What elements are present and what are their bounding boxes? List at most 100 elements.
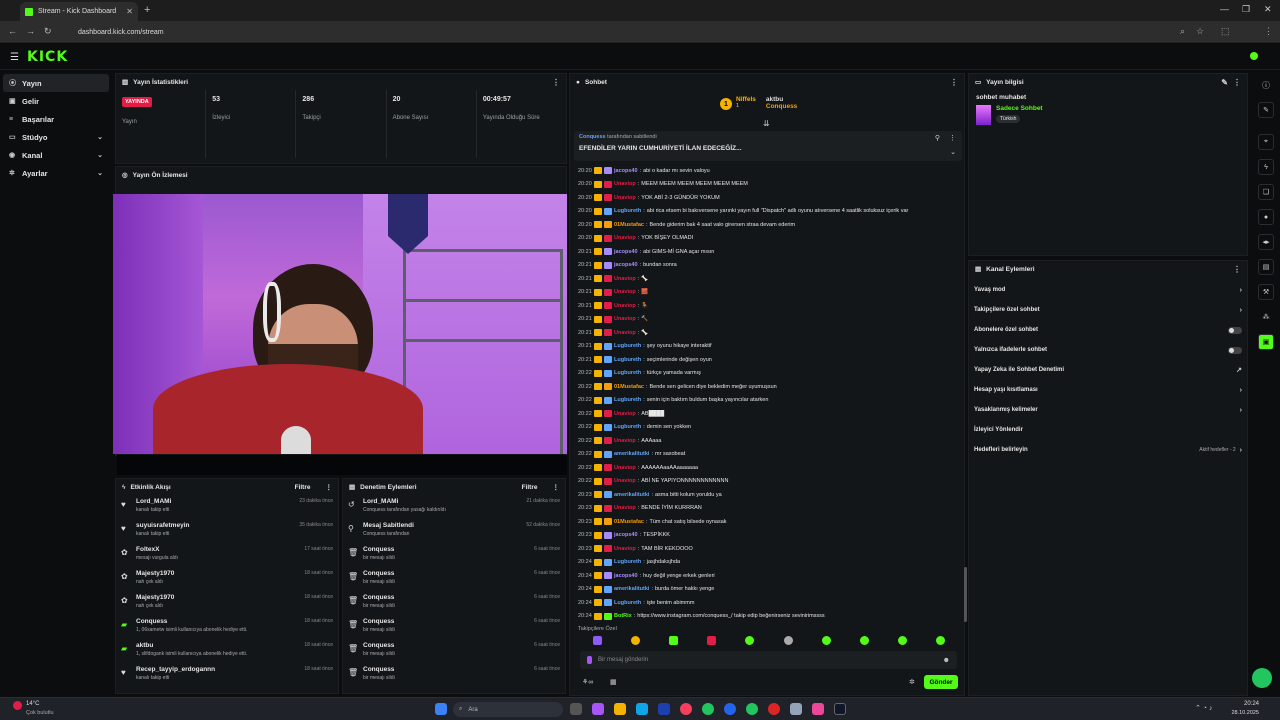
task-view-icon[interactable] — [570, 703, 582, 715]
chat-username[interactable]: Lugbureth — [614, 357, 641, 363]
more-icon[interactable]: ⋮ — [1233, 78, 1241, 87]
chat-username[interactable]: 01Mustafac — [614, 384, 644, 390]
taskbar-search[interactable]: ⌕ Ara — [453, 702, 563, 717]
chat-scrollbar[interactable] — [964, 567, 967, 622]
chat-username[interactable]: amerikalitutki — [614, 586, 649, 592]
zoom-icon[interactable]: ⌕ — [1180, 26, 1185, 37]
chat-username[interactable]: Unaviop — [614, 411, 636, 417]
emote-icon[interactable] — [859, 636, 869, 645]
chat-username[interactable]: Unaviop — [614, 181, 636, 187]
list-item[interactable]: ♥ suyuisrafetmeyin kanalı takip etti 35 dak… — [116, 519, 338, 543]
edge-icon[interactable] — [636, 703, 648, 715]
emote-icon[interactable] — [630, 636, 640, 645]
emote-icon[interactable] — [668, 636, 678, 645]
chrome-active-icon[interactable] — [724, 703, 736, 715]
card-icon[interactable]: ▤ — [1258, 259, 1274, 275]
user-avatar[interactable] — [1250, 52, 1258, 60]
sidebar-item-yayin[interactable]: ⦿ Yayın — [3, 74, 109, 92]
list-item[interactable]: 🗑 Conquess bir mesajı sildi 6 saat önce — [343, 615, 565, 639]
emote-icon[interactable] — [898, 636, 908, 645]
tray-icons[interactable]: ⌃ ◔ ♪ — [1195, 704, 1212, 712]
stream-preview-video[interactable] — [113, 194, 567, 454]
chrome-icon[interactable] — [680, 703, 692, 715]
clock-time[interactable]: 20:24 — [1237, 701, 1259, 707]
close-tab-icon[interactable]: ✕ — [126, 7, 133, 16]
sidebar-item-kanal[interactable]: ◉ Kanal ⌄ — [0, 146, 112, 164]
chat-username[interactable]: Unaviop — [614, 289, 636, 295]
chevron-down-icon[interactable]: ⌄ — [950, 148, 956, 156]
chat-username[interactable]: Lugbureth — [614, 397, 641, 403]
channel-action-item[interactable]: Takipçilere özel sohbet › — [969, 300, 1247, 320]
close-window-icon[interactable]: ✕ — [1264, 4, 1272, 15]
emote-icon[interactable] — [592, 636, 602, 645]
chat-username[interactable]: Lugbureth — [614, 343, 641, 349]
maximize-icon[interactable]: ❐ — [1242, 4, 1250, 15]
app-icon[interactable] — [768, 703, 780, 715]
emote-icon[interactable] — [936, 636, 946, 645]
chat-input[interactable]: Bir mesaj gönderin ☻ — [580, 651, 957, 669]
chat-username[interactable]: Unaviop — [614, 438, 636, 444]
chat-username[interactable]: Lugbureth — [614, 370, 641, 376]
list-item[interactable]: ⚲ Mesaj Sabitlendi Conquess tarafından 52 d… — [343, 519, 565, 543]
chat-username[interactable]: jacops40 — [614, 262, 638, 268]
menu-icon[interactable]: ⋮ — [1264, 26, 1273, 37]
toggle-switch[interactable] — [1228, 346, 1242, 354]
list-item[interactable]: ↺ Lord_MAMi Conquess tarafından yasağı kal… — [343, 495, 565, 519]
more-icon[interactable]: ⋮ — [326, 483, 333, 491]
store-icon[interactable] — [658, 703, 670, 715]
edit-icon[interactable]: ✎ — [1258, 102, 1274, 118]
sidebar-item-gelir[interactable]: ▣ Gelir — [0, 92, 112, 110]
sidebar-item-basarilar[interactable]: ≡ Başarılar — [0, 110, 112, 128]
chat-username[interactable]: Unaviop — [614, 276, 636, 282]
chat-username[interactable]: Unaviop — [614, 505, 636, 511]
emote-icon[interactable] — [821, 636, 831, 645]
chat-username[interactable]: 01Mustafac — [614, 222, 644, 228]
minimize-icon[interactable]: — — [1220, 4, 1229, 14]
channel-action-item[interactable]: Hesap yaşı kısıtlaması › — [969, 380, 1247, 400]
filter-button[interactable]: Filtre — [295, 484, 311, 491]
bolt-icon[interactable]: ϟ — [1258, 159, 1274, 175]
filter-button[interactable]: Filtre — [522, 484, 538, 491]
list-item[interactable]: 🗑 Conquess bir mesajı sildi 6 saat önce — [343, 639, 565, 663]
crosshair-icon[interactable]: ⌖ — [1258, 134, 1274, 150]
toggle-switch[interactable] — [1228, 326, 1242, 334]
category-name[interactable]: Sadece Sohbet — [996, 105, 1043, 112]
list-item[interactable]: 🗑 Conquess bir mesajı sildi 6 saat önce — [343, 591, 565, 615]
chat-username[interactable]: Lugbureth — [614, 208, 641, 214]
steam-icon[interactable] — [834, 703, 846, 715]
gear-icon[interactable]: ✲ — [909, 678, 915, 686]
more-icon[interactable]: ⋮ — [1233, 265, 1241, 274]
emote-icon[interactable] — [745, 636, 755, 645]
list-item[interactable]: ♥ Recep_tayyip_erdogannn kanalı takip etti… — [116, 663, 338, 687]
chat-username[interactable]: BotRix — [614, 613, 632, 619]
channel-action-item[interactable]: İzleyici Yönlendir — [969, 420, 1247, 440]
scroll-down-icon[interactable]: ⇊ — [763, 119, 770, 128]
sidebar-item-studyo[interactable]: ▭ Stüdyo ⌄ — [0, 128, 112, 146]
chat-username[interactable]: Unaviop — [614, 330, 636, 336]
pin-icon[interactable]: ⚲ — [935, 134, 940, 142]
chat-username[interactable]: jacops40 — [614, 249, 638, 255]
chat-username[interactable]: amerikalitutki — [614, 451, 649, 457]
list-item[interactable]: ✿ Majesty1970 nah çek aldı 18 saat önce — [116, 567, 338, 591]
help-chat-icon[interactable] — [1252, 668, 1272, 688]
back-icon[interactable]: ← — [8, 26, 17, 36]
spotify-icon[interactable] — [746, 703, 758, 715]
wrench-icon[interactable]: ⚒ — [1258, 284, 1274, 300]
active-tool-icon[interactable]: ▣ — [1258, 334, 1274, 350]
chat-username[interactable]: Unaviop — [614, 303, 636, 309]
channel-action-item[interactable]: Yalnızca ifadelerle sohbet — [969, 340, 1247, 360]
chat-username[interactable]: Unaviop — [614, 478, 636, 484]
pinned-message[interactable]: Conquess tarafından sabitlendi EFENDİLER… — [574, 131, 962, 161]
app-icon[interactable] — [592, 703, 604, 715]
more-icon[interactable]: ⋮ — [949, 134, 956, 142]
chat-username[interactable]: jacops40 — [614, 168, 638, 174]
more-icon[interactable]: ⋮ — [950, 78, 958, 87]
chat-username[interactable]: jacops40 — [614, 532, 638, 538]
sidebar-item-ayarlar[interactable]: ✲ Ayarlar ⌄ — [0, 164, 112, 182]
emote-icon[interactable] — [783, 636, 793, 645]
chat-username[interactable]: Unaviop — [614, 465, 636, 471]
app-icon[interactable] — [812, 703, 824, 715]
chat-username[interactable]: 01Mustafac — [614, 519, 644, 525]
list-item[interactable]: ✿ FoltexX mesajı vurgula aldı 17 saat önce — [116, 543, 338, 567]
chat-username[interactable]: Unaviop — [614, 316, 636, 322]
